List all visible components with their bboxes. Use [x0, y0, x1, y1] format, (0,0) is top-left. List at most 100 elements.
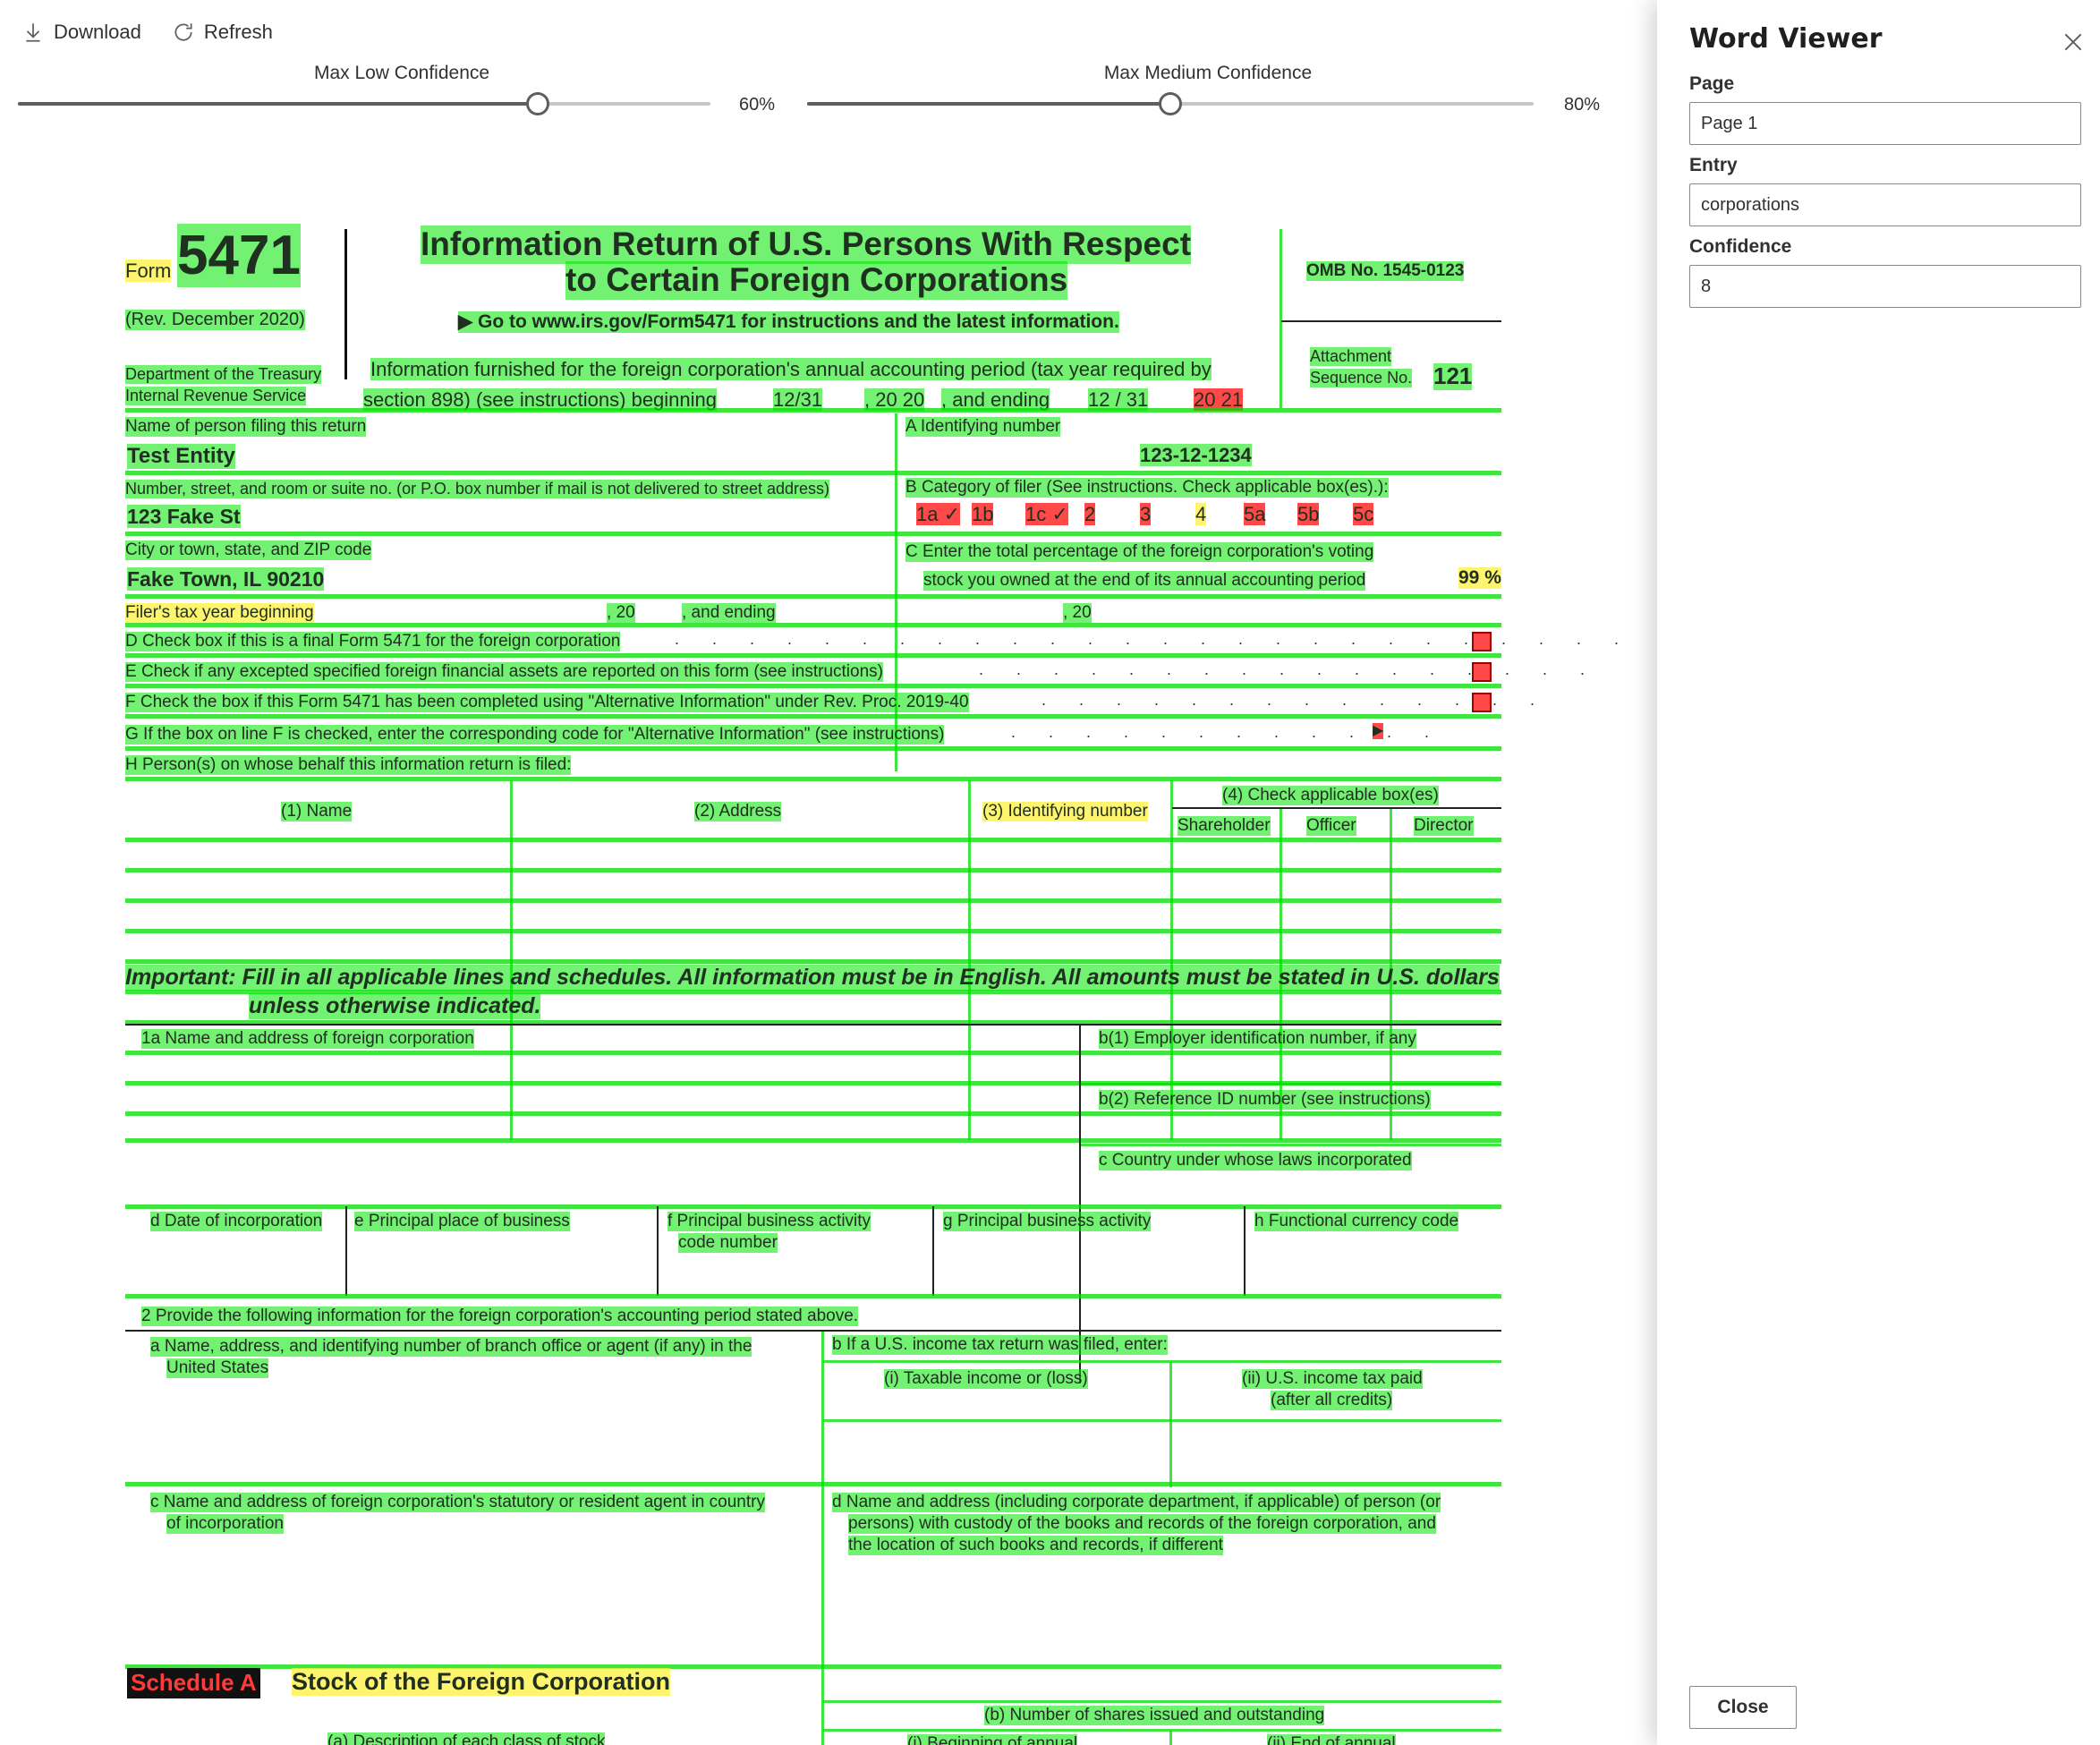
line-2b-i: (i) Taxable income or (loss): [884, 1369, 1088, 1389]
rule-street: [125, 532, 1501, 536]
line-1a: 1a Name and address of foreign corporati…: [141, 1029, 474, 1049]
close-icon[interactable]: [2062, 30, 2085, 54]
line-e-checkbox[interactable]: [1472, 662, 1492, 682]
row1d-col-2: [657, 1206, 659, 1296]
line-2d-line2: persons) with custody of the books and r…: [848, 1514, 1436, 1534]
b-box-5a[interactable]: 5a: [1244, 503, 1266, 526]
important-line2: unless otherwise indicated.: [249, 993, 541, 1019]
omb-number: OMB No. 1545-0123: [1306, 261, 1465, 281]
low-confidence-slider: Max Low Confidence 60%: [0, 63, 805, 134]
word-viewer-panel: Word Viewer Page Entry Confidence Close: [1657, 0, 2100, 1745]
rule-1d: [125, 1294, 1501, 1298]
rule-important: [125, 1024, 1501, 1026]
line-2d-line3: the location of such books and records, …: [848, 1536, 1223, 1555]
name-value: Test Entity: [127, 444, 235, 469]
b-box-2[interactable]: 2: [1084, 503, 1096, 526]
schedule-a-title: Stock of the Foreign Corporation: [292, 1668, 670, 1697]
city-value: Fake Town, IL 90210: [127, 567, 325, 592]
b-box-3[interactable]: 3: [1140, 503, 1152, 526]
line-2c-line2: of incorporation: [166, 1514, 284, 1534]
page-field[interactable]: [1689, 102, 2081, 145]
b-box-1c[interactable]: 1c ✓: [1025, 503, 1068, 526]
panel-title: Word Viewer: [1689, 23, 1883, 55]
line-f-checkbox[interactable]: [1472, 693, 1492, 712]
close-button[interactable]: Close: [1689, 1686, 1797, 1729]
medium-confidence-fill: [807, 102, 1170, 106]
rule-2b-bottom: [125, 1482, 1501, 1486]
rule-header: [125, 408, 1501, 413]
omb-divider: [1280, 229, 1282, 408]
low-confidence-thumb[interactable]: [525, 92, 549, 115]
col-shareholder-header: Shareholder: [1178, 816, 1271, 836]
download-label: Download: [54, 21, 141, 43]
refresh-button[interactable]: Refresh: [166, 15, 278, 49]
medium-confidence-track[interactable]: [807, 92, 1534, 115]
name-label: Name of person filing this return: [125, 417, 367, 437]
col-officer-header: Officer: [1306, 816, 1356, 836]
col-address-header: (2) Address: [694, 802, 782, 821]
line-2b-ii-line2: (after all credits): [1271, 1391, 1393, 1410]
form-word: Form: [125, 260, 172, 283]
download-icon: [26, 23, 40, 42]
line-1g: g Principal business activity: [943, 1212, 1152, 1231]
line-f: F Check the box if this Form 5471 has be…: [125, 693, 969, 712]
refresh-icon: [174, 23, 192, 41]
info-line1: Information furnished for the foreign co…: [370, 358, 1212, 381]
header-divider: [344, 229, 347, 379]
table-row-rule-10: [125, 1111, 1501, 1116]
entry-field[interactable]: [1689, 183, 2081, 226]
rule-city: [125, 594, 1501, 599]
rule-schedule-a-b: [823, 1729, 1501, 1732]
rule-filer: [125, 623, 1501, 627]
rule-2: [125, 1330, 1501, 1332]
schedule-a-b-divider: [1169, 1731, 1172, 1745]
omb-rule: [1281, 320, 1501, 322]
refresh-label: Refresh: [203, 21, 273, 43]
table-row-rule-5: [125, 959, 1501, 964]
c-percentage: 99 %: [1458, 567, 1501, 590]
confidence-field[interactable]: [1689, 265, 2081, 308]
medium-confidence-label: Max Medium Confidence: [1103, 63, 1313, 83]
rule-1b2: [1081, 1144, 1501, 1146]
sequence-number: 121: [1433, 362, 1473, 390]
b-box-1a[interactable]: 1a ✓: [916, 503, 961, 526]
table-row-rule-3: [125, 898, 1501, 903]
line-h: H Person(s) on whose behalf this informa…: [125, 755, 572, 775]
line-e: E Check if any excepted specified foreig…: [125, 662, 883, 682]
medium-confidence-thumb[interactable]: [1159, 92, 1182, 115]
form-rev: (Rev. December 2020): [125, 310, 305, 330]
a-value: 123-12-1234: [1140, 444, 1252, 467]
line-1h: h Functional currency code: [1254, 1212, 1459, 1231]
row1d-col-1: [345, 1206, 347, 1296]
table-row-rule-2: [125, 868, 1501, 872]
c-label-line1: C Enter the total percentage of the fore…: [905, 542, 1374, 562]
b-box-5c[interactable]: 5c: [1353, 503, 1374, 526]
row1d-col-4: [1244, 1206, 1246, 1296]
table-row-rule-1: [125, 838, 1501, 842]
low-confidence-label: Max Low Confidence: [313, 63, 490, 83]
table-row-rule-4: [125, 929, 1501, 933]
section2b-divider: [1169, 1362, 1172, 1487]
b-box-5b[interactable]: 5b: [1297, 503, 1320, 526]
form-number: 5471: [177, 224, 301, 288]
line-d-checkbox[interactable]: [1472, 632, 1492, 651]
street-label: Number, street, and room or suite no. (o…: [125, 480, 830, 498]
schedule-a-col-bi: (i) Beginning of annual: [907, 1734, 1078, 1745]
filer-year-20a: , 20: [607, 603, 635, 623]
row1d-col-3: [932, 1206, 934, 1296]
download-button[interactable]: Download: [16, 15, 147, 49]
rule-f: [125, 714, 1501, 719]
col-name-header: (1) Name: [281, 802, 353, 821]
rule-1c: [125, 1204, 1501, 1209]
b-box-1b[interactable]: 1b: [972, 503, 994, 526]
form-title-line2: to Certain Foreign Corporations: [565, 261, 1068, 300]
sequence-label: Sequence No.: [1310, 369, 1413, 387]
rule-d: [125, 653, 1501, 658]
confidence-field-label: Confidence: [1689, 236, 1792, 257]
line-2c-line1: c Name and address of foreign corporatio…: [150, 1493, 765, 1512]
b-box-4[interactable]: 4: [1195, 503, 1207, 526]
low-confidence-track[interactable]: [18, 92, 710, 115]
section2-divider: [821, 1332, 824, 1745]
important-line1: Important: Fill in all applicable lines …: [125, 965, 1500, 991]
document-viewer: Form 5471 (Rev. December 2020) Informati…: [0, 179, 1655, 1745]
